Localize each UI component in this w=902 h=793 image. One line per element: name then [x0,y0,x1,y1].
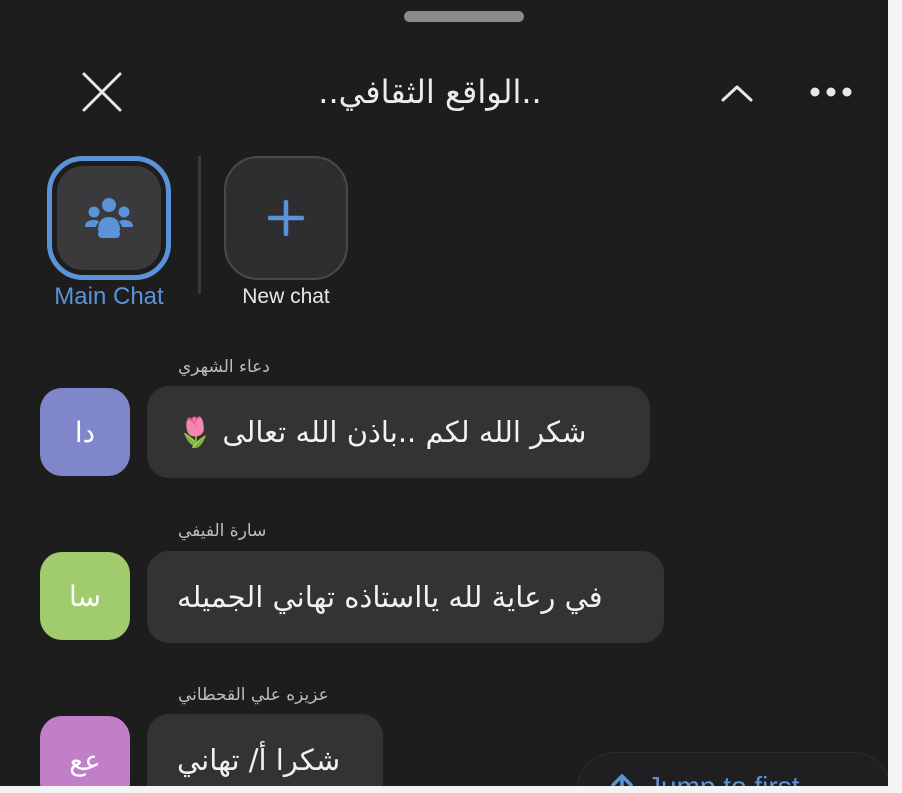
more-horizontal-icon [810,87,852,97]
chevron-up-icon [721,85,753,102]
arrow-up-icon [611,774,633,786]
avatar[interactable]: عع [40,716,130,786]
message-bubble[interactable]: شكرا أ/ تهاني [147,714,383,786]
jump-to-first-button[interactable]: Jump to first [576,752,888,786]
avatar[interactable]: سا [40,552,130,640]
close-icon [82,72,122,112]
avatar[interactable]: دا [40,388,130,476]
message-bubble[interactable]: شكر الله لكم ..باذن الله تعالى 🌷 [147,386,650,478]
drag-handle[interactable] [404,11,524,22]
sender-name: عزيزه علي القحطاني [178,685,329,705]
group-icon [85,198,133,238]
message-bubble[interactable]: في رعاية لله يااستاذه تهاني الجميله [147,551,664,643]
close-button[interactable] [80,70,124,114]
main-chat-tile [57,166,161,270]
new-chat-button[interactable] [224,156,348,280]
plus-icon [267,199,305,237]
new-chat-label: New chat [242,285,330,308]
switcher-divider [198,156,201,294]
sender-name: دعاء الشهري [178,357,270,377]
sender-name: سارة الفيفي [178,521,267,541]
main-chat-button[interactable] [47,156,171,280]
more-options-button[interactable] [800,72,862,112]
main-chat-label: Main Chat [54,283,164,310]
chat-title: ..الواقع الثقافي.. [318,73,542,111]
chat-panel: ..الواقع الثقافي.. Main Chat New chat دع… [0,0,888,786]
collapse-button[interactable] [712,72,762,112]
jump-to-first-label: Jump to first [647,771,799,786]
